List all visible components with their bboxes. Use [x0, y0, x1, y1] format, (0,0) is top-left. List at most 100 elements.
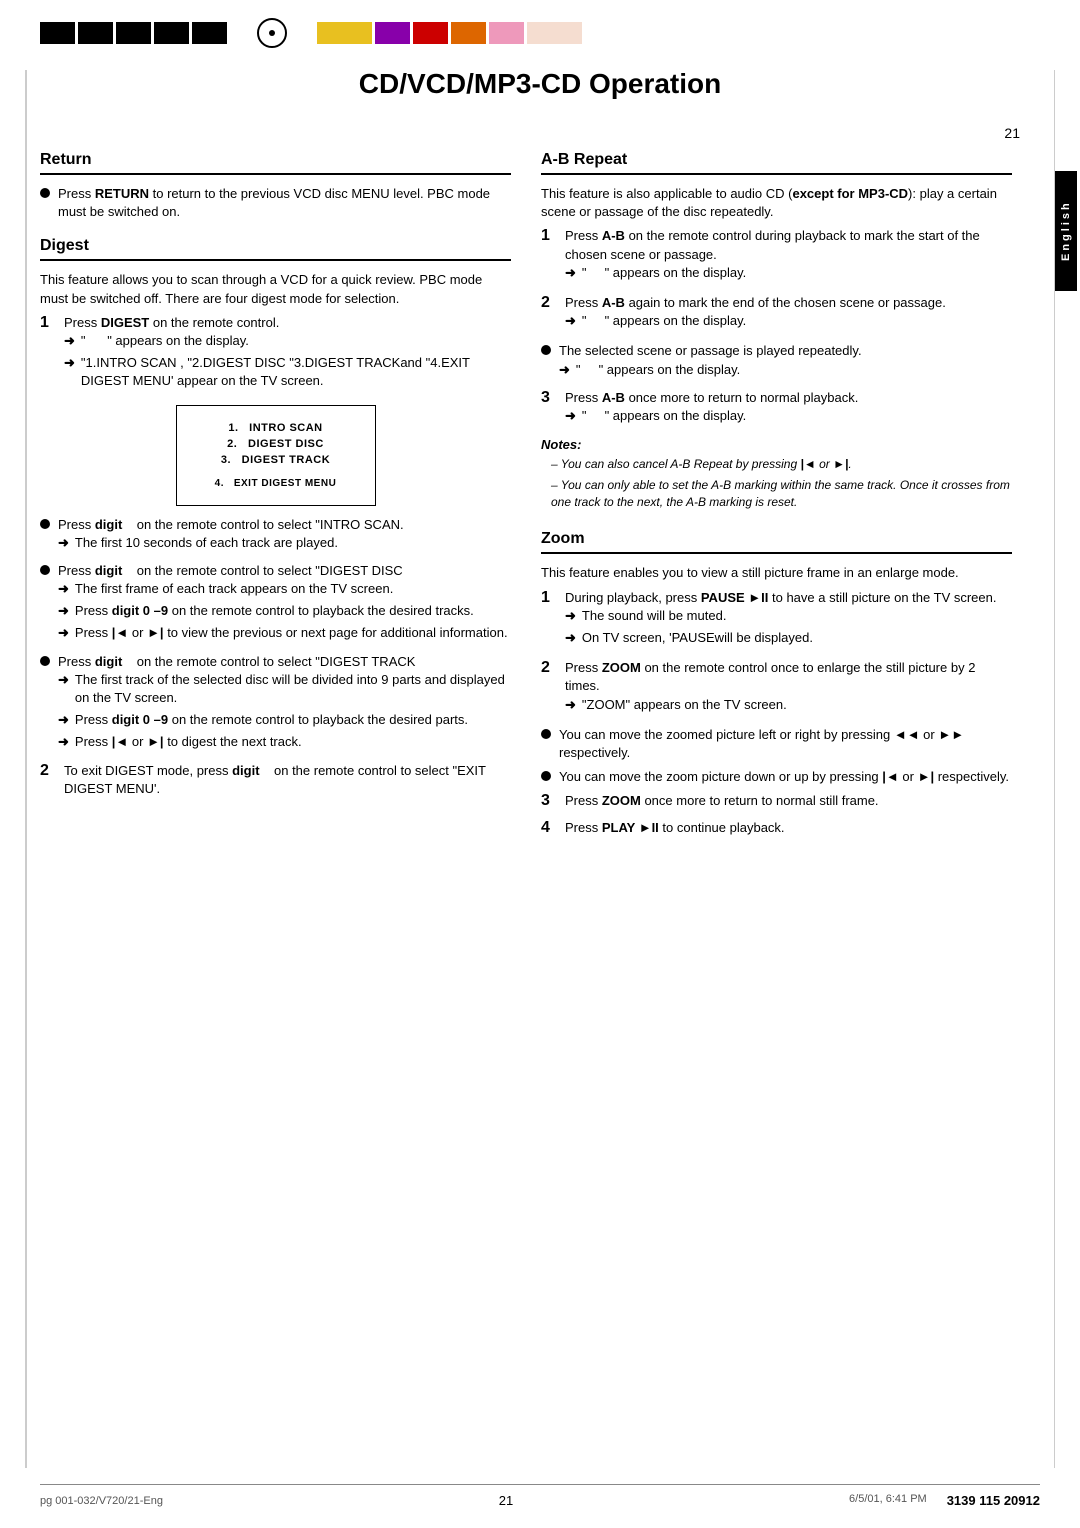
zoom-step-number-2: 2	[541, 659, 557, 677]
digest-step1-content: Press DIGEST on the remote control. ➜ " …	[64, 314, 511, 395]
menu-item-3: 3. DIGEST TRACK	[197, 454, 355, 466]
digest-bullet3-arrow1: ➜ The first track of the selected disc w…	[58, 671, 511, 707]
left-border	[25, 70, 27, 1468]
ab-step1: 1 Press A-B on the remote control during…	[541, 227, 1012, 286]
deco-top-area	[0, 0, 1080, 48]
arrow-icon: ➜	[64, 332, 75, 350]
arrow-icon-13: ➜	[565, 407, 576, 425]
ab-bullet1-arrow: ➜ " " appears on the display.	[559, 361, 1012, 379]
bullet-icon-5	[541, 345, 551, 355]
zoom-step2: 2 Press ZOOM on the remote control once …	[541, 659, 1012, 718]
digest-bullet3: Press digit on the remote control to sel…	[40, 653, 511, 756]
color-bar-purple	[375, 22, 410, 44]
zoom-bullet2-text: You can move the zoom picture down or up…	[559, 768, 1012, 786]
ab-step1-arrow-text: " " appears on the display.	[582, 264, 746, 282]
color-bar-pink	[489, 22, 524, 44]
ab-step-number-1: 1	[541, 227, 557, 245]
footer-right-group: 6/5/01, 6:41 PM 3139 115 20912	[849, 1493, 1040, 1508]
ab-step3-content: Press A-B once more to return to normal …	[565, 389, 1012, 429]
ab-repeat-section-header: A-B Repeat	[541, 151, 1012, 175]
return-bullet: Press RETURN to return to the previous V…	[40, 185, 511, 221]
zoom-step1-content: During playback, press PAUSE ►II to have…	[565, 589, 1012, 652]
digest-step1: 1 Press DIGEST on the remote control. ➜ …	[40, 314, 511, 395]
step-number-2: 2	[40, 762, 56, 780]
zoom-step1-arrow1: ➜ The sound will be muted.	[565, 607, 1012, 625]
arrow-icon-11: ➜	[565, 312, 576, 330]
ab-step2-content: Press A-B again to mark the end of the c…	[565, 294, 1012, 334]
digest-bullet2-arrow2-text: Press digit 0 –9 on the remote control t…	[75, 602, 474, 620]
digest-bullet1-text: Press digit on the remote control to sel…	[58, 516, 511, 556]
ab-bullet1-arrow-text: " " appears on the display.	[576, 361, 740, 379]
main-content: Return Press RETURN to return to the pre…	[0, 151, 1052, 845]
page-wrapper: CD/VCD/MP3-CD Operation 21 Return Press …	[0, 0, 1080, 1528]
ab-repeat-intro: This feature is also applicable to audio…	[541, 185, 1012, 221]
digest-bullet2: Press digit on the remote control to sel…	[40, 562, 511, 647]
return-text: Press RETURN to return to the previous V…	[58, 185, 511, 221]
digest-bullet2-arrow2: ➜ Press digit 0 –9 on the remote control…	[58, 602, 511, 620]
color-bar-yellow	[317, 22, 372, 44]
ab-step2-arrow-text: " " appears on the display.	[582, 312, 746, 330]
digest-bullet1: Press digit on the remote control to sel…	[40, 516, 511, 556]
deco-bar-4	[154, 22, 189, 44]
bullet-icon-2	[40, 519, 50, 529]
digest-intro: This feature allows you to scan through …	[40, 271, 511, 307]
digest-bullet2-arrow3-text: Press |◄ or ►| to view the previous or n…	[75, 624, 508, 642]
digest-bullet3-arrow1-text: The first track of the selected disc wil…	[75, 671, 511, 707]
left-column: Return Press RETURN to return to the pre…	[40, 151, 511, 845]
arrow-icon-14: ➜	[565, 607, 576, 625]
zoom-intro: This feature enables you to view a still…	[541, 564, 1012, 582]
zoom-step-number-3: 3	[541, 792, 557, 810]
zoom-step1-arrow1-text: The sound will be muted.	[582, 607, 727, 625]
arrow-icon-2: ➜	[64, 354, 75, 372]
ab-step-number-3: 3	[541, 389, 557, 407]
digest-bullet2-arrow3: ➜ Press |◄ or ►| to view the previous or…	[58, 624, 511, 642]
bullet-icon	[40, 188, 50, 198]
zoom-step1-arrow2-text: On TV screen, 'PAUSEwill be displayed.	[582, 629, 813, 647]
digest-title: Digest	[40, 237, 511, 255]
ab-repeat-title: A-B Repeat	[541, 151, 1012, 169]
digest-section-header: Digest	[40, 237, 511, 261]
bullet-icon-3	[40, 565, 50, 575]
note-2: – You can only able to set the A-B marki…	[541, 477, 1012, 511]
arrow-icon-16: ➜	[565, 696, 576, 714]
deco-bar-2	[78, 22, 113, 44]
deco-bar-3	[116, 22, 151, 44]
arrow-icon-7: ➜	[58, 671, 69, 689]
digest-bullet3-arrow2: ➜ Press digit 0 –9 on the remote control…	[58, 711, 511, 729]
color-bar-red	[413, 22, 448, 44]
arrow-icon-8: ➜	[58, 711, 69, 729]
return-section-header: Return	[40, 151, 511, 175]
digest-bullet3-arrow3: ➜ Press |◄ or ►| to digest the next trac…	[58, 733, 511, 751]
ab-notes: Notes: – You can also cancel A-B Repeat …	[541, 437, 1012, 510]
zoom-title: Zoom	[541, 530, 1012, 548]
digest-step1-arrow2: ➜ "1.INTRO SCAN , "2.DIGEST DISC "3.DIGE…	[64, 354, 511, 390]
ab-step2-arrow: ➜ " " appears on the display.	[565, 312, 1012, 330]
page-number-area: 21	[0, 120, 1080, 151]
ab-step1-content: Press A-B on the remote control during p…	[565, 227, 1012, 286]
zoom-section-header: Zoom	[541, 530, 1012, 554]
digest-step2-content: To exit DIGEST mode, press digit on the …	[64, 762, 511, 798]
digest-bullet3-arrow2-text: Press digit 0 –9 on the remote control t…	[75, 711, 468, 729]
ab-step2: 2 Press A-B again to mark the end of the…	[541, 294, 1012, 334]
left-color-group	[40, 18, 582, 48]
zoom-bullet2: You can move the zoom picture down or up…	[541, 768, 1012, 786]
digest-bullet2-arrow1-text: The first frame of each track appears on…	[75, 580, 393, 598]
digest-bullet3-arrow3-text: Press |◄ or ►| to digest the next track.	[75, 733, 302, 751]
right-sidebar: English	[1052, 151, 1080, 845]
ab-step1-arrow: ➜ " " appears on the display.	[565, 264, 1012, 282]
zoom-step2-content: Press ZOOM on the remote control once to…	[565, 659, 1012, 718]
footer-inner: pg 001-032/V720/21-Eng 21 6/5/01, 6:41 P…	[40, 1484, 1040, 1508]
digest-step1-arrow1: ➜ " " appears on the display.	[64, 332, 511, 350]
digest-bullet3-text: Press digit on the remote control to sel…	[58, 653, 511, 756]
color-bar-light	[527, 22, 582, 44]
bullet-icon-7	[541, 771, 551, 781]
zoom-step4-content: Press PLAY ►II to continue playback.	[565, 819, 1012, 837]
crosshair-circle	[257, 18, 287, 48]
arrow-icon-15: ➜	[565, 629, 576, 647]
zoom-step4: 4 Press PLAY ►II to continue playback.	[541, 819, 1012, 837]
ab-bullet1: The selected scene or passage is played …	[541, 342, 1012, 382]
footer-date: 6/5/01, 6:41 PM	[849, 1493, 927, 1508]
english-label: English	[1055, 171, 1077, 291]
arrow-icon-9: ➜	[58, 733, 69, 751]
digest-bullet2-text: Press digit on the remote control to sel…	[58, 562, 511, 647]
